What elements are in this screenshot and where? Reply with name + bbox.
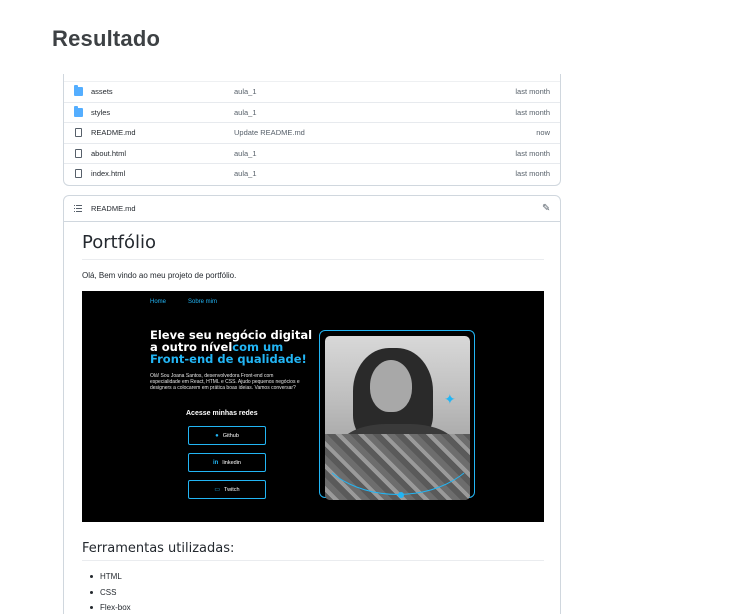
readme-header: README.md ✎	[64, 196, 560, 222]
file-commit-message[interactable]: aula_1	[234, 87, 257, 96]
file-name[interactable]: assets	[91, 87, 113, 96]
readme-title: Portfólio	[82, 232, 157, 253]
file-date: now	[536, 128, 550, 138]
file-commit-message[interactable]: aula_1	[234, 169, 257, 178]
file-row[interactable]: about.html aula_1 last month	[64, 142, 560, 164]
file-commit-message[interactable]: aula_1	[234, 149, 257, 158]
preview-twitch-button: ▭ Twitch	[188, 480, 266, 499]
divider	[82, 259, 544, 260]
readme-intro: Olá, Bem vindo ao meu projeto de portfól…	[82, 271, 237, 280]
folder-icon	[74, 85, 83, 96]
tools-list: HTML CSS Flex-box	[90, 572, 131, 614]
linkedin-icon: in	[213, 459, 219, 466]
preview-social-heading: Acesse minhas redes	[186, 410, 258, 417]
file-name[interactable]: index.html	[91, 169, 125, 178]
file-name[interactable]: about.html	[91, 149, 126, 158]
portfolio-preview-image: Home Sobre mim Eleve seu negócio digital…	[82, 291, 544, 522]
readme-filename: README.md	[91, 204, 136, 213]
file-date: last month	[515, 87, 550, 97]
list-item: Flex-box	[90, 603, 131, 614]
file-row[interactable]: README.md Update README.md now	[64, 122, 560, 143]
list-item: CSS	[90, 588, 131, 604]
preview-nav-about: Sobre mim	[188, 299, 218, 305]
github-icon: ●	[215, 432, 219, 439]
preview-hero-title: Eleve seu negócio digital a outro nívelc…	[150, 328, 313, 366]
file-list: assets aula_1 last month styles aula_1 l…	[63, 74, 561, 186]
twitch-icon: ▭	[214, 487, 221, 493]
file-name[interactable]: styles	[91, 108, 110, 117]
preview-nav-home: Home	[150, 299, 167, 305]
sparkle-icon: ✦	[444, 391, 456, 407]
file-row[interactable]: assets aula_1 last month	[64, 81, 560, 102]
file-icon	[75, 148, 82, 158]
file-row[interactable]: styles aula_1 last month	[64, 101, 560, 123]
file-icon	[75, 128, 82, 137]
preview-dot	[398, 492, 404, 498]
preview-linkedin-button: in linkedin	[188, 453, 266, 472]
folder-icon	[74, 105, 83, 117]
preview-github-button: ● Github	[188, 426, 266, 445]
file-row[interactable]: index.html aula_1 last month	[64, 163, 560, 184]
list-item: HTML	[90, 572, 131, 588]
preview-hero-text: Olá! Sou Joana Santos, desenvolvedora Fr…	[150, 373, 300, 391]
file-icon	[75, 169, 82, 178]
tools-heading: Ferramentas utilizadas:	[82, 541, 235, 556]
divider	[82, 560, 544, 561]
file-name[interactable]: README.md	[91, 128, 136, 137]
file-date: last month	[515, 169, 550, 179]
preview-decorative-arc	[310, 369, 486, 495]
file-date: last month	[515, 148, 550, 158]
list-icon[interactable]	[74, 205, 82, 212]
pencil-icon[interactable]: ✎	[542, 203, 551, 214]
file-commit-message[interactable]: Update README.md	[234, 128, 305, 137]
readme-panel: README.md ✎ Portfólio Olá, Bem vindo ao …	[63, 195, 561, 614]
page-heading: Resultado	[52, 26, 161, 51]
file-date: last month	[515, 107, 550, 117]
file-commit-message[interactable]: aula_1	[234, 108, 257, 117]
